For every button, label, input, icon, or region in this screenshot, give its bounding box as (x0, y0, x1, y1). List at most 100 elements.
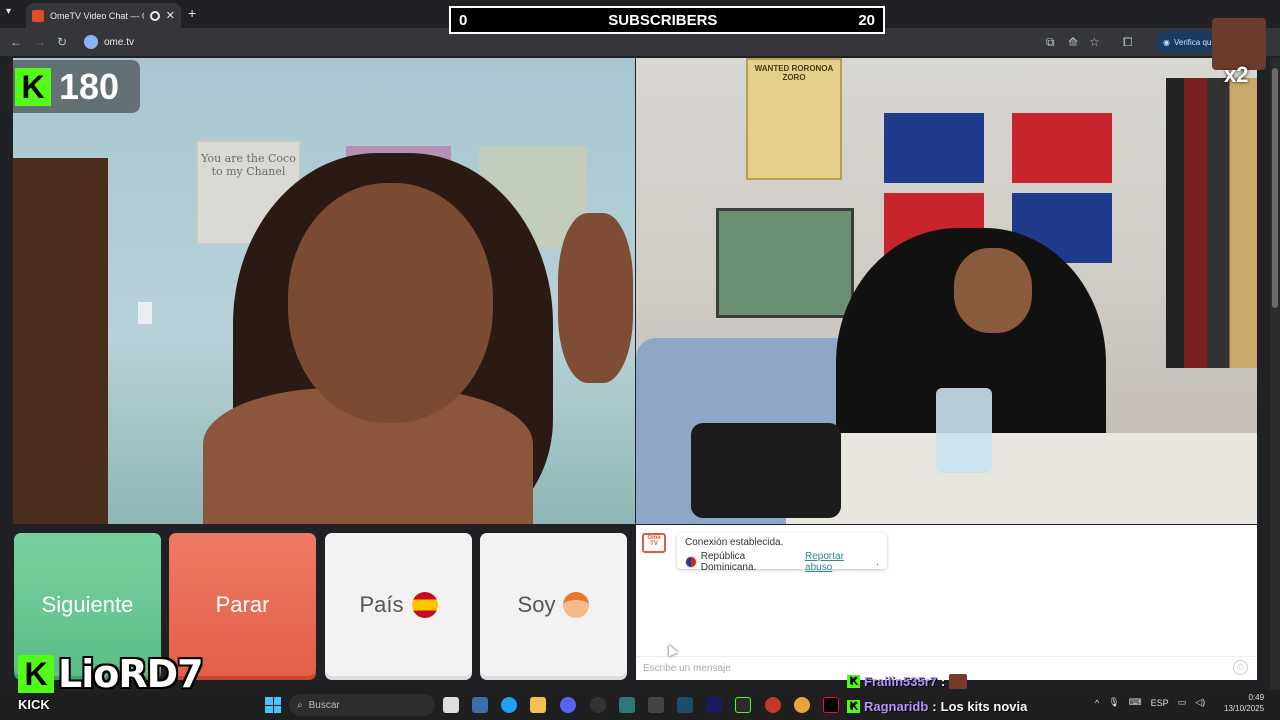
streamer-face (954, 248, 1032, 333)
epic-games-icon[interactable] (648, 697, 664, 713)
gender-button[interactable]: Soy (480, 533, 627, 676)
volume-icon[interactable]: ◁) (1195, 697, 1205, 708)
door (13, 158, 108, 524)
country-button[interactable]: País (325, 533, 472, 676)
streamer-name: LioRD7 (58, 652, 204, 696)
cast-icon[interactable]: ⧉ (1046, 35, 1055, 50)
url-text: ome.tv (104, 36, 135, 48)
search-icon: ⌕ (297, 699, 303, 711)
obs-icon[interactable] (590, 697, 606, 713)
next-label: Siguiente (41, 591, 134, 617)
task-view-icon[interactable] (443, 697, 459, 713)
app-icon[interactable] (619, 697, 635, 713)
mug (936, 388, 992, 473)
url-field[interactable]: ome.tv (80, 32, 1040, 52)
dominican-flag-icon (685, 556, 697, 568)
kick-viewer-counter: K 180 (7, 60, 140, 113)
report-abuse-link[interactable]: Reportar abuso (805, 551, 872, 573)
subscribers-label: SUBSCRIBERS (608, 11, 718, 29)
kick-logo-icon: K (15, 67, 51, 106)
scrollbar-thumb[interactable] (1272, 68, 1278, 308)
stranger-face (288, 183, 493, 423)
tv-screen (716, 208, 854, 318)
hanging-clothes (1166, 78, 1257, 368)
search-placeholder: Buscar (308, 699, 340, 711)
multiplier-overlay: x2 (1212, 18, 1266, 88)
chrome-icon[interactable] (794, 697, 810, 713)
spain-flag-icon (411, 591, 438, 618)
subscribers-goal-bar: 0 SUBSCRIBERS 20 (449, 6, 885, 34)
media-icon[interactable] (765, 697, 781, 713)
new-tab-icon[interactable]: + (188, 5, 196, 21)
boy-emoji-icon (563, 591, 590, 618)
multiplier-label: x2 (1224, 62, 1249, 87)
system-message: Conexión establecida. República Dominica… (677, 533, 887, 573)
wall-picture-text: You are the Coco to my Chanel (201, 152, 296, 178)
file-explorer-icon[interactable] (530, 697, 546, 713)
system-tray: ^ 🎙 ⌨ ESP ▭ ◁) (1095, 697, 1205, 708)
stop-label: Parar (215, 591, 270, 617)
poster-text: WANTED RORONOA ZORO (754, 64, 834, 82)
keyboard-icon[interactable]: ⌨ (1129, 697, 1142, 708)
clock-date: 13/10/2025 (1224, 704, 1265, 713)
tab-search-icon[interactable]: ▾ (6, 6, 11, 17)
edge-icon[interactable] (501, 697, 517, 713)
back-icon[interactable]: ← (10, 35, 22, 49)
mic-icon[interactable]: 🎙 (1108, 697, 1119, 708)
self-video: WANTED RORONOA ZORO (636, 58, 1257, 524)
streamer-logo: K LioRD7 (18, 652, 204, 696)
kick-badge-icon: K (847, 675, 860, 688)
tray-chevron-icon[interactable]: ^ (1095, 698, 1099, 708)
light-switch (138, 302, 152, 324)
country-text: República Dominicana. (700, 551, 757, 573)
widgets-icon[interactable] (472, 697, 488, 713)
app-icon-2[interactable] (677, 697, 693, 713)
close-tab-icon[interactable]: ✕ (166, 9, 175, 22)
chat-separator: : (941, 674, 946, 689)
chat-separator: : (932, 699, 937, 714)
taskbar-search[interactable]: ⌕ Buscar (289, 694, 435, 716)
kick-badge-icon: K (847, 700, 860, 713)
premiere-icon[interactable] (706, 697, 722, 713)
sandwich-grill (691, 423, 841, 518)
country-label: País (359, 591, 404, 617)
ometv-favicon-icon (32, 9, 44, 22)
chat-message: Los kits novia (940, 699, 1028, 714)
subscribers-current: 0 (459, 11, 468, 29)
emote-icon (949, 674, 968, 689)
language-indicator[interactable]: ESP (1151, 698, 1169, 708)
clock-time: 0:49 (1248, 693, 1265, 702)
network-icon[interactable]: ▭ (1178, 697, 1187, 708)
subscribers-goal: 20 (858, 11, 875, 29)
tiktok-icon[interactable] (823, 697, 839, 713)
stranger-video: You are the Coco to my Chanel (13, 58, 635, 524)
wanted-poster: WANTED RORONOA ZORO (746, 58, 842, 180)
windows-start-icon[interactable] (265, 697, 281, 713)
discord-icon[interactable] (560, 697, 576, 713)
message-placeholder: Escribe un mensaje (643, 663, 731, 674)
browser-tab[interactable]: OmeTV Video Chat — Ome ✕ (26, 3, 181, 28)
taskbar-clock[interactable]: 0:49 13/10/2025 (1224, 692, 1264, 714)
verify-account-button[interactable]: ◉ Verifica qu (1155, 31, 1220, 53)
chat-username: Frailin535r7 (864, 674, 937, 689)
kick-viewer-count: 180 (59, 65, 120, 107)
report-suffix: . (876, 556, 879, 568)
profile-icon: ◉ (1163, 37, 1170, 47)
table (786, 433, 1257, 524)
translate-icon[interactable]: ⟰ (1068, 35, 1078, 49)
chat-username: Ragnaridb (864, 699, 929, 714)
bookmark-star-icon[interactable]: ☆ (1089, 35, 1100, 49)
reload-icon[interactable]: ↻ (57, 35, 67, 49)
forward-icon[interactable]: → (34, 35, 46, 49)
extensions-icon[interactable]: ⧠ (1123, 35, 1133, 50)
stream-chat-message: K Ragnaridb : Los kits novia (847, 699, 1027, 714)
emoji-icon[interactable]: ☺ (1233, 660, 1248, 675)
app-icon-3[interactable] (735, 697, 751, 713)
site-info-icon[interactable] (84, 35, 98, 49)
kick-logo-icon: K (18, 655, 54, 693)
page-scrollbar[interactable] (1270, 58, 1280, 690)
gender-label: Soy (517, 591, 556, 617)
recording-icon (149, 10, 160, 21)
connection-text: Conexión establecida. (685, 537, 784, 548)
tab-title: OmeTV Video Chat — Ome (50, 10, 144, 21)
